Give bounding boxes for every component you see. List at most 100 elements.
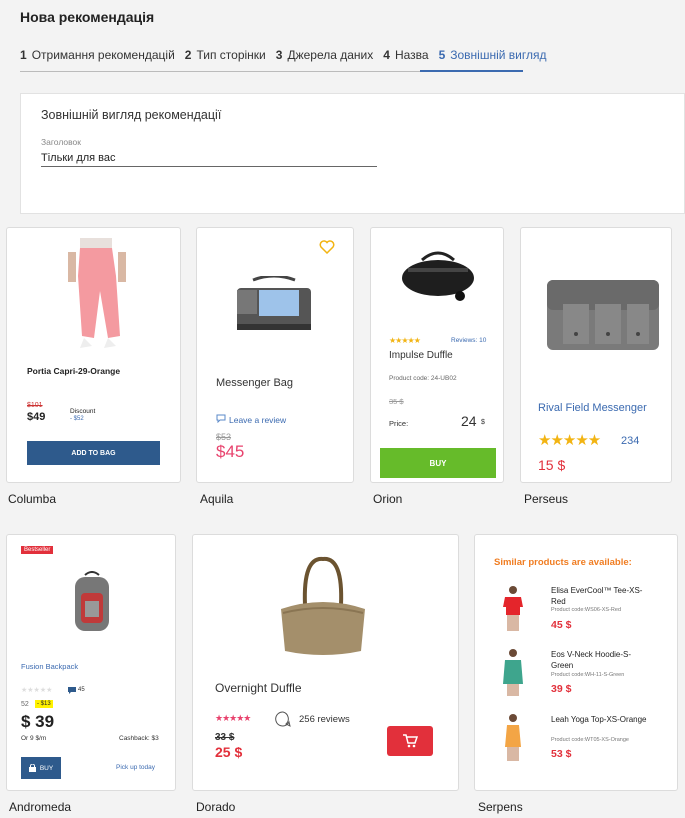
title-input[interactable] — [41, 149, 377, 167]
discount-value: - $52 — [70, 416, 84, 422]
template-serpens[interactable]: Similar products are available: Elisa Ev… — [474, 534, 678, 791]
title-field-label: Заголовок — [41, 137, 81, 147]
reviews-count[interactable]: 256 reviews — [299, 714, 350, 725]
price: $45 — [216, 442, 245, 461]
template-caption: Orion — [373, 492, 403, 506]
old-price: $101 — [27, 402, 43, 409]
active-step-indicator — [420, 70, 523, 72]
product-image — [68, 238, 126, 348]
reviews-count[interactable]: Reviews: 10 — [451, 337, 486, 344]
item-code: Product code:WH-11-S-Green — [551, 672, 625, 678]
template-caption: Columba — [8, 492, 57, 506]
comment-icon — [68, 687, 76, 694]
template-caption: Dorado — [196, 800, 236, 814]
product-image — [75, 571, 109, 631]
step-number: 5 — [438, 48, 446, 62]
step-label: Отримання рекомендацій — [31, 48, 175, 62]
product-image — [503, 586, 523, 631]
step-1[interactable]: 1 Отримання рекомендацій — [20, 48, 175, 71]
template-dorado[interactable]: Overnight Duffle ★★★★★ 256 reviews 33 $ … — [192, 534, 459, 791]
step-label: Тип сторінки — [196, 48, 266, 62]
template-columba[interactable]: Portia Capri-29-Orange $101 $49 Discount… — [6, 227, 181, 483]
rating-stars: ★★★★★ — [538, 432, 601, 449]
comments-count: 45 — [78, 687, 85, 693]
buy-button[interactable]: BUY — [380, 448, 496, 478]
installment-text: Or 9 $/m — [21, 735, 47, 742]
add-to-cart-button[interactable] — [387, 726, 433, 756]
price: 24 — [461, 413, 477, 429]
leave-review-link[interactable]: Leave a review — [229, 415, 286, 425]
product-image — [402, 251, 474, 301]
rating-stars: ★★★★★ — [215, 713, 251, 723]
step-number: 1 — [20, 48, 27, 62]
template-caption: Aquila — [200, 492, 234, 506]
item-name[interactable]: Eos V-Neck Hoodie-S-Green — [551, 649, 651, 671]
step-label: Зовнішній вигляд — [450, 48, 547, 62]
template-andromeda[interactable]: Bestseller Fusion Backpack ★★★★★ 45 52 -… — [6, 534, 176, 791]
item-code: Product code:WS06-XS-Red — [551, 607, 622, 613]
product-image — [503, 649, 523, 696]
product-name[interactable]: Messenger Bag — [216, 377, 293, 389]
buy-button-label: BUY — [39, 764, 54, 772]
template-caption: Perseus — [524, 492, 569, 506]
product-name[interactable]: Impulse Duffle — [389, 350, 453, 361]
cart-icon — [403, 734, 418, 748]
lock-icon — [28, 764, 36, 772]
add-to-bag-button[interactable]: ADD TO BAG — [27, 441, 160, 465]
item-price: 53 $ — [551, 748, 572, 760]
price-label: Price: — [389, 419, 409, 428]
old-price: 35 $ — [389, 397, 404, 406]
price: $49 — [27, 411, 46, 423]
heart-icon[interactable] — [319, 240, 335, 254]
wizard-steps: 1 Отримання рекомендацій 2 Тип сторінки 3Д… — [20, 48, 547, 72]
reviews-count[interactable]: 234 — [621, 435, 639, 447]
product-image — [237, 276, 311, 330]
step-number: 3 — [275, 48, 283, 62]
product-image — [281, 556, 365, 655]
product-name[interactable]: Fusion Backpack — [21, 662, 78, 671]
form-heading: Зовнішній вигляд рекомендації — [41, 108, 222, 122]
pickup-link[interactable]: Pick up today — [116, 764, 155, 771]
item-price: 39 $ — [551, 683, 572, 695]
discount-label: Discount — [70, 408, 96, 415]
rating-stars: ★★★★★ — [389, 336, 421, 345]
item-code: Product code:WT05-XS-Orange — [551, 737, 629, 743]
similar-products-heading: Similar products are available: — [494, 557, 632, 568]
template-orion[interactable]: ★★★★★ Reviews: 10 Impulse Duffle Product… — [370, 227, 504, 483]
product-name[interactable]: Portia Capri-29-Orange — [27, 366, 120, 376]
price: 15 $ — [538, 457, 566, 473]
price: $ 39 — [21, 712, 55, 731]
cashback-text: Cashback: $3 — [119, 735, 159, 742]
item-name[interactable]: Leah Yoga Top-XS-Orange — [551, 714, 651, 725]
product-code: Product code: 24-UB02 — [389, 375, 457, 382]
old-price: $53 — [216, 432, 232, 442]
item-price: 45 $ — [551, 619, 572, 631]
product-name[interactable]: Rival Field Messenger — [538, 402, 647, 414]
price-currency: $ — [481, 419, 485, 426]
step-label: Назва — [394, 48, 429, 62]
step-4[interactable]: 4 Назва — [383, 48, 428, 71]
discount-badge: - $13 — [35, 700, 53, 708]
comment-icon — [275, 711, 291, 727]
old-price: 52 — [21, 701, 29, 708]
step-label: Джерела даних — [287, 48, 374, 62]
template-aquila[interactable]: Messenger Bag Leave a review $53 $45 — [196, 227, 354, 483]
bestseller-badge: Bestseller — [21, 546, 54, 554]
step-number: 4 — [383, 48, 390, 62]
product-name[interactable]: Overnight Duffle — [215, 681, 302, 695]
product-image — [547, 280, 659, 350]
step-3[interactable]: 3 Джерела даних — [276, 48, 373, 71]
appearance-form: Зовнішній вигляд рекомендації Заголовок — [20, 93, 685, 214]
comment-icon — [216, 414, 226, 423]
old-price: 33 $ — [215, 732, 235, 743]
page-title: Нова рекомендація — [20, 9, 155, 25]
step-5[interactable]: 5 Зовнішній вигляд — [439, 48, 547, 71]
price: 25 $ — [215, 744, 243, 760]
step-2[interactable]: 2 Тип сторінки — [185, 48, 266, 71]
template-caption: Andromeda — [9, 800, 72, 814]
product-image — [505, 714, 521, 761]
step-number: 2 — [184, 48, 192, 62]
buy-button[interactable]: BUY — [21, 757, 61, 779]
item-name[interactable]: Elisa EverCool™ Tee-XS-Red — [551, 585, 651, 607]
template-perseus[interactable]: Rival Field Messenger ★★★★★ 234 15 $ — [520, 227, 672, 483]
